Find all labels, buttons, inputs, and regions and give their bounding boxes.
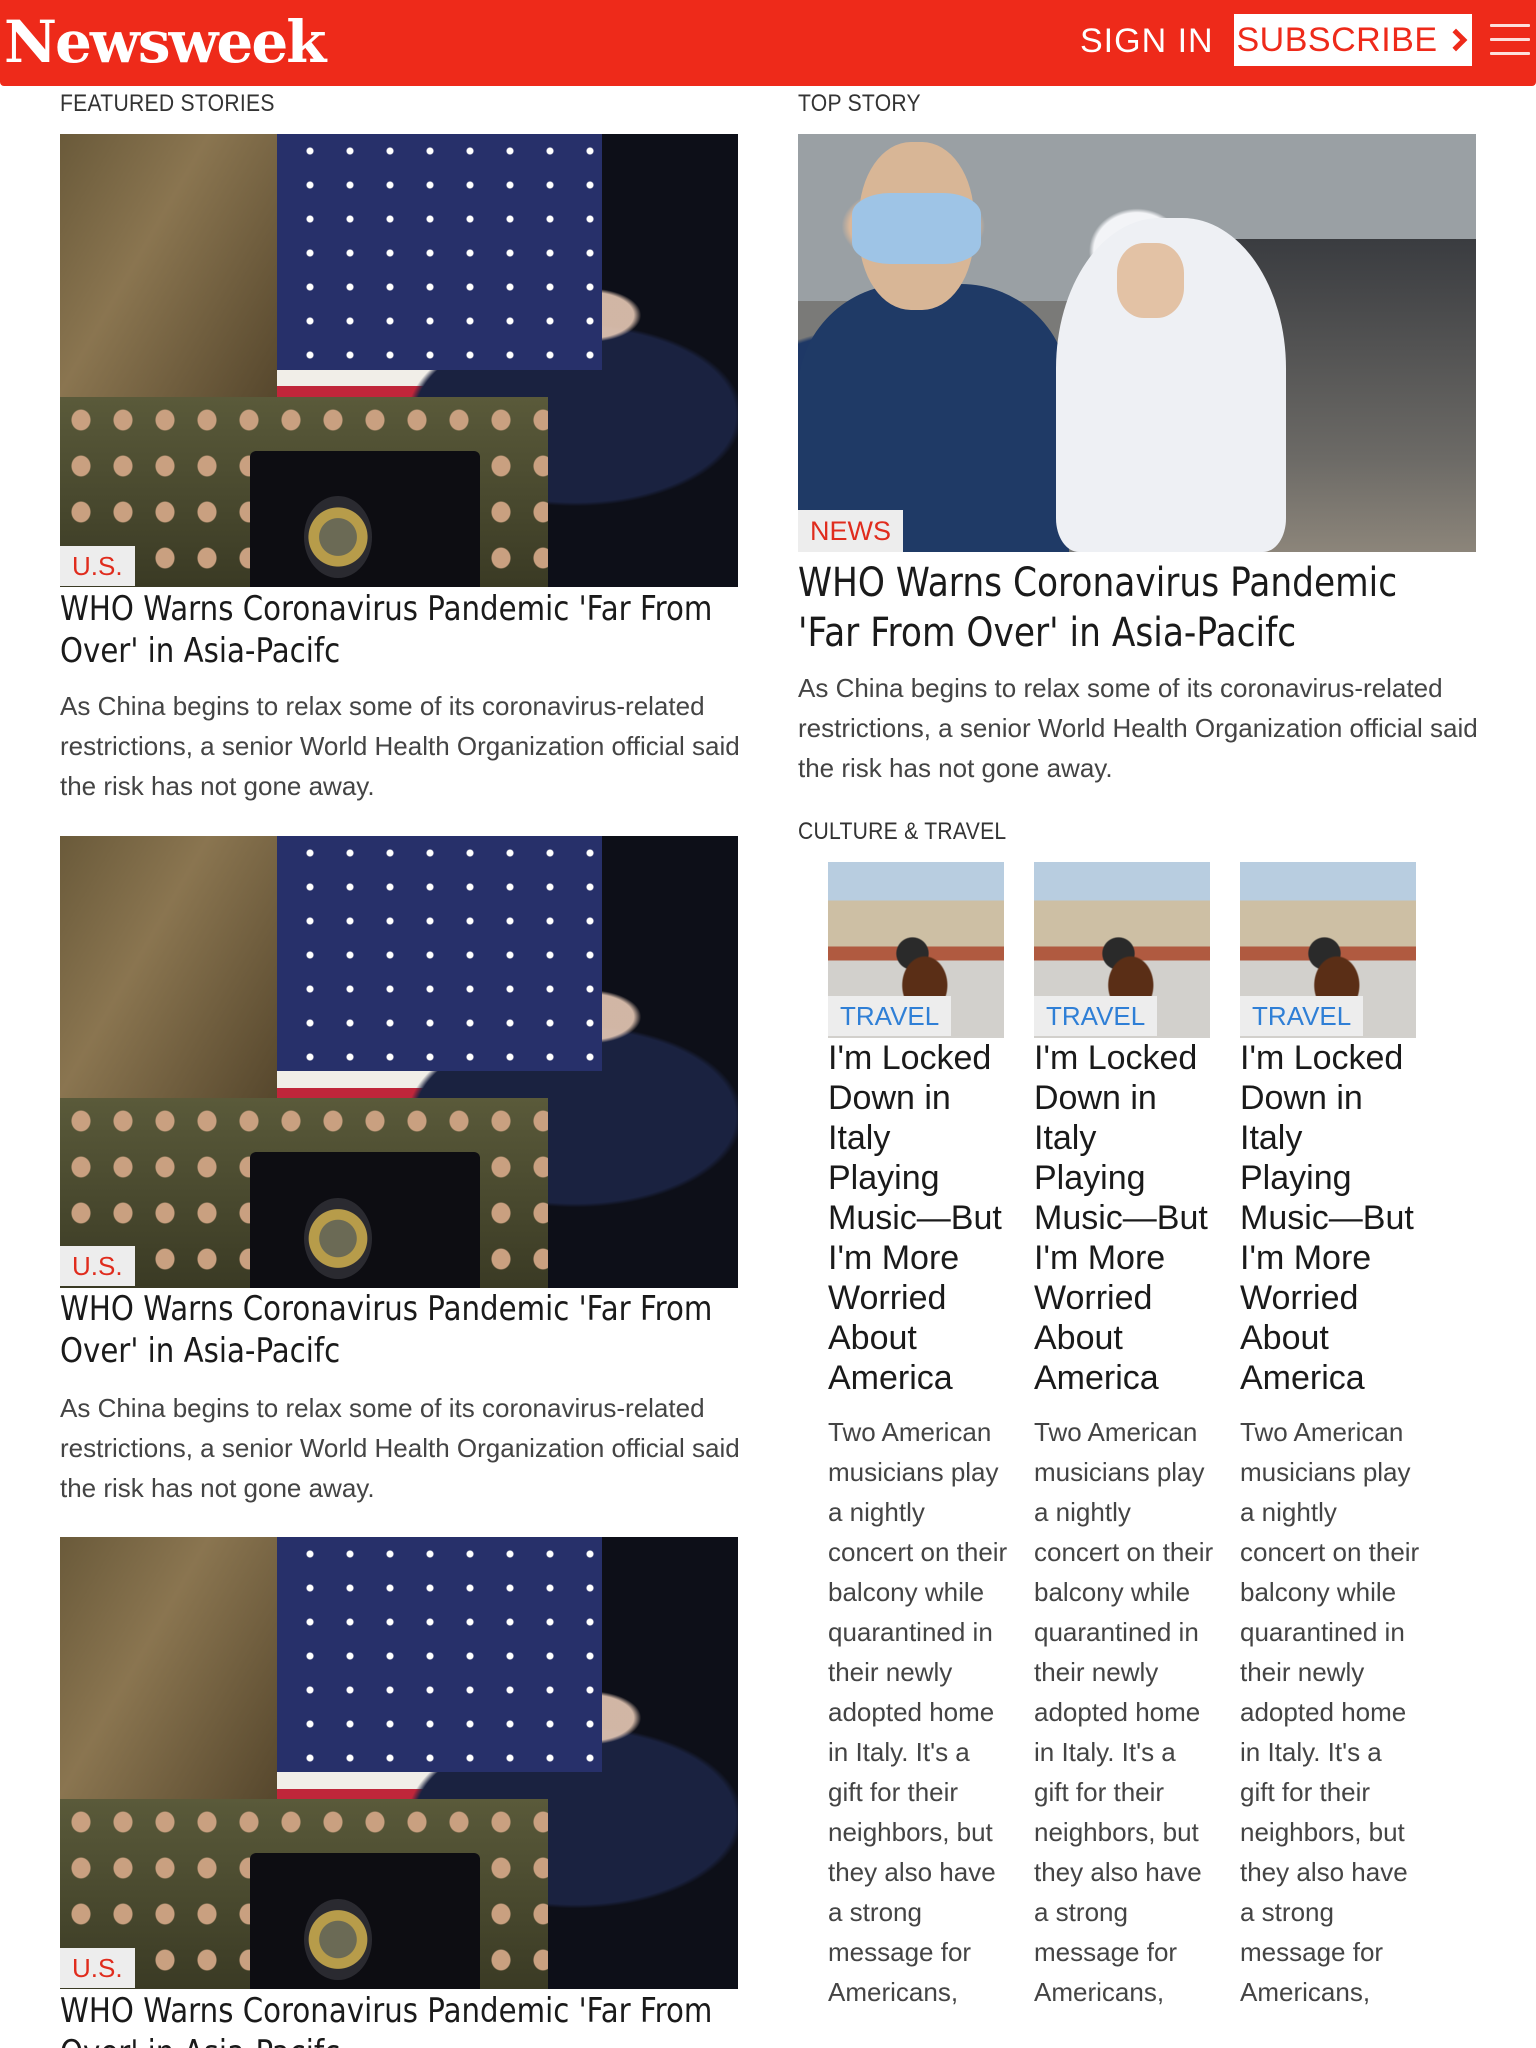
- card-headline[interactable]: I'm Locked Down in Italy Playing Music—B…: [1240, 1038, 1420, 1398]
- story-headline[interactable]: WHO Warns Coronavirus Pandemic 'Far From…: [60, 1288, 722, 1372]
- story-headline[interactable]: WHO Warns Coronavirus Pandemic 'Far From…: [60, 1990, 722, 2048]
- category-tag[interactable]: U.S.: [60, 546, 135, 586]
- category-tag[interactable]: TRAVEL: [828, 996, 952, 1036]
- category-tag[interactable]: NEWS: [798, 510, 903, 552]
- story-headline[interactable]: WHO Warns Coronavirus Pandemic 'Far From…: [60, 588, 722, 672]
- category-tag[interactable]: U.S.: [60, 1948, 135, 1988]
- chevron-right-icon: [1444, 28, 1467, 52]
- top-story-label: TOP STORY: [798, 90, 921, 117]
- subscribe-label: SUBSCRIBE: [1236, 21, 1438, 59]
- story-image[interactable]: [60, 134, 738, 587]
- story-image[interactable]: [60, 836, 738, 1288]
- newsweek-logo[interactable]: Newsweek: [4, 6, 326, 78]
- top-story-deck: As China begins to relax some of its cor…: [798, 673, 1478, 783]
- category-tag[interactable]: TRAVEL: [1034, 996, 1158, 1036]
- category-tag[interactable]: U.S.: [60, 1246, 135, 1286]
- story-image[interactable]: [60, 1537, 738, 1989]
- featured-stories-label: FEATURED STORIES: [60, 90, 275, 117]
- site-header: Newsweek SIGN IN SUBSCRIBE: [0, 0, 1536, 86]
- story-deck: As China begins to relax some of its cor…: [60, 1393, 740, 1503]
- hamburger-menu-icon[interactable]: [1490, 24, 1530, 58]
- card-deck: Two American musicians play a nightly co…: [1240, 1417, 1420, 2007]
- card-deck: Two American musicians play a nightly co…: [828, 1417, 1008, 2007]
- subscribe-button[interactable]: SUBSCRIBE: [1234, 14, 1472, 66]
- category-tag[interactable]: TRAVEL: [1240, 996, 1364, 1036]
- top-story-headline[interactable]: WHO Warns Coronavirus Pandemic 'Far From…: [798, 558, 1460, 658]
- story-deck: As China begins to relax some of its cor…: [60, 691, 740, 801]
- sign-in-link[interactable]: SIGN IN: [1080, 20, 1214, 62]
- top-story-image[interactable]: [798, 134, 1476, 552]
- card-headline[interactable]: I'm Locked Down in Italy Playing Music—B…: [1034, 1038, 1214, 1398]
- card-headline[interactable]: I'm Locked Down in Italy Playing Music—B…: [828, 1038, 1008, 1398]
- card-deck: Two American musicians play a nightly co…: [1034, 1417, 1214, 2007]
- culture-travel-label: CULTURE & TRAVEL: [798, 818, 1007, 845]
